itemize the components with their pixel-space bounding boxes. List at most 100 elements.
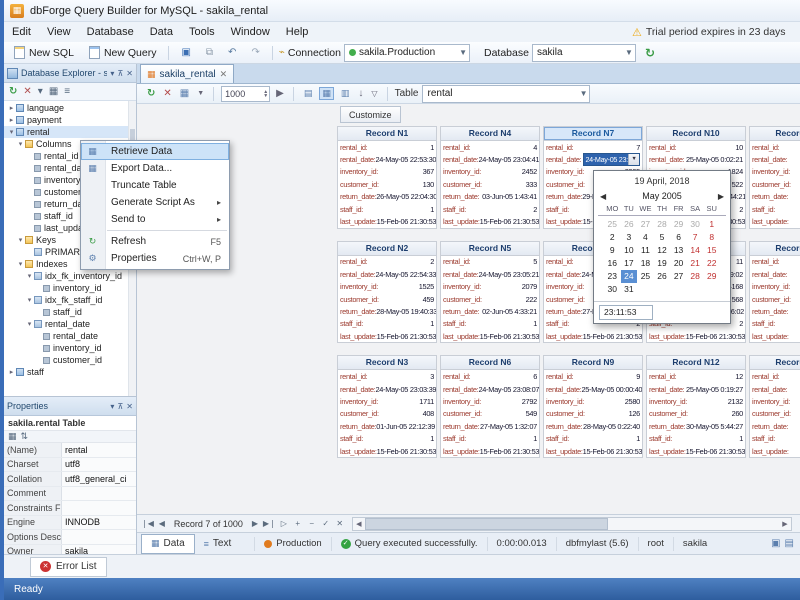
scroll-right-icon[interactable]: ▶ bbox=[779, 520, 791, 528]
record-field-row[interactable]: inventory_id: bbox=[750, 166, 800, 178]
spinner-arrows-icon[interactable]: ▲▼ bbox=[263, 90, 269, 98]
record-field-row[interactable]: staff_id:1 bbox=[544, 432, 642, 444]
record-field-row[interactable]: staff_id:2 bbox=[441, 203, 539, 215]
record-field-row[interactable]: rental_date:24-May-05 22:54:33 bbox=[338, 268, 436, 280]
calendar-day[interactable]: 25 bbox=[637, 270, 654, 283]
calendar-day[interactable]: 13 bbox=[670, 244, 687, 257]
record-field-row[interactable]: rental_date: bbox=[750, 383, 800, 395]
next-record-button[interactable]: ▶ bbox=[249, 517, 261, 530]
record-card[interactable]: Record N2rental_id:2rental_date:24-May-0… bbox=[337, 241, 437, 344]
record-field-row[interactable]: inventory_id:2580 bbox=[544, 395, 642, 407]
record-field-row[interactable]: customer_id:260 bbox=[647, 408, 745, 420]
property-row[interactable]: Charsetutf8 bbox=[4, 458, 136, 473]
record-field-row[interactable]: rental_date: bbox=[750, 268, 800, 280]
delete-record-button[interactable]: − bbox=[306, 517, 318, 530]
record-field-row[interactable]: return_date:30-May-05 5:44:27 bbox=[647, 420, 745, 432]
property-row[interactable]: (Name)rental bbox=[4, 443, 136, 458]
menu-edit[interactable]: Edit bbox=[4, 24, 39, 40]
record-field-row[interactable]: last_update:15-Feb-06 21:30:53 bbox=[647, 445, 745, 457]
record-field-row[interactable]: last_update:15-Feb-06 21:30:53 bbox=[441, 215, 539, 227]
tree-item-staff[interactable]: ▸staff bbox=[4, 366, 136, 378]
record-field-row[interactable]: rental_id:4 bbox=[441, 141, 539, 153]
record-field-row[interactable]: rental_id:9 bbox=[544, 370, 642, 382]
menu-window[interactable]: Window bbox=[223, 24, 278, 40]
calendar-day[interactable]: 3 bbox=[621, 231, 638, 244]
calendar-day[interactable]: 30 bbox=[687, 218, 704, 231]
last-record-button[interactable]: ▶❘ bbox=[263, 517, 276, 530]
tree-item-rental-date[interactable]: ▾rental_date bbox=[4, 318, 136, 330]
calendar-day[interactable]: 16 bbox=[604, 257, 621, 270]
save-button[interactable]: ▣ bbox=[175, 46, 196, 60]
calendar-day[interactable]: 28 bbox=[687, 270, 704, 283]
record-field-row[interactable]: last_update:15-Feb-06 21:30:53 bbox=[338, 330, 436, 342]
menu-tools[interactable]: Tools bbox=[181, 24, 223, 40]
chevron-down-icon[interactable]: ▾ bbox=[110, 402, 114, 411]
record-card[interactable]: Record N13rental_id:rental_date:inventor… bbox=[749, 126, 800, 229]
record-field-row[interactable]: last_update:15-Feb-06 21:30:53 bbox=[647, 330, 745, 342]
calendar-day[interactable]: 7 bbox=[687, 231, 704, 244]
expander-icon[interactable]: ▾ bbox=[16, 236, 25, 244]
copy-button[interactable]: ⧉ bbox=[200, 46, 219, 60]
record-field-row[interactable]: rental_date:25-May-05 0:02:21 bbox=[647, 153, 745, 165]
record-card[interactable]: Record N12rental_id:12rental_date:25-May… bbox=[646, 355, 746, 458]
expander-icon[interactable]: ▾ bbox=[16, 260, 25, 268]
expander-icon[interactable]: ▾ bbox=[7, 128, 16, 136]
calendar-day[interactable]: 26 bbox=[654, 270, 671, 283]
record-field-row[interactable]: return_date:28-May-05 0:22:40 bbox=[544, 420, 642, 432]
context-menu-item-send-to[interactable]: Send to▸ bbox=[81, 211, 229, 228]
calendar-day[interactable]: 24 bbox=[621, 270, 638, 283]
record-field-row[interactable]: return_date:27-May-05 1:32:07 bbox=[441, 420, 539, 432]
menu-database[interactable]: Database bbox=[79, 24, 142, 40]
property-row[interactable]: Collationutf8_general_ci bbox=[4, 472, 136, 487]
record-field-row[interactable]: inventory_id:2079 bbox=[441, 281, 539, 293]
calendar-day[interactable]: 17 bbox=[621, 257, 638, 270]
record-field-row[interactable]: return_date: bbox=[750, 305, 800, 317]
stop-button[interactable]: ✕ bbox=[161, 88, 173, 99]
context-menu-item-truncate-table[interactable]: Truncate Table bbox=[81, 177, 229, 194]
tree-item-inventory-id[interactable]: inventory_id bbox=[4, 342, 136, 354]
record-field-row[interactable]: customer_id:222 bbox=[441, 293, 539, 305]
tree-item-payment[interactable]: ▸payment bbox=[4, 114, 136, 126]
database-combo[interactable]: sakila ▼ bbox=[532, 44, 636, 62]
context-menu-item-refresh[interactable]: ↻RefreshF5 bbox=[81, 233, 229, 250]
first-record-button[interactable]: ❘◀ bbox=[141, 517, 154, 530]
record-field-row[interactable]: rental_date:24-May-05 23:11:53▼ bbox=[544, 153, 642, 165]
tree-item-idx-fk-staff-id[interactable]: ▾idx_fk_staff_id bbox=[4, 294, 136, 306]
record-field-row[interactable]: rental_date:24-May-05 23:08:07 bbox=[441, 383, 539, 395]
calendar-day[interactable]: 4 bbox=[637, 231, 654, 244]
export-grid-button[interactable]: ▦ bbox=[178, 88, 191, 99]
calendar-day[interactable]: 21 bbox=[687, 257, 704, 270]
calendar-day[interactable]: 26 bbox=[621, 218, 638, 231]
stop-button[interactable]: ✕ bbox=[23, 86, 31, 97]
insert-record-button[interactable]: + bbox=[292, 517, 304, 530]
record-field-row[interactable]: customer_id: bbox=[750, 293, 800, 305]
append-record-button[interactable]: ▷ bbox=[278, 517, 290, 530]
property-row[interactable]: EngineINNODB bbox=[4, 516, 136, 531]
calendar-day[interactable]: 19 bbox=[654, 257, 671, 270]
layout-icon[interactable]: ▣ bbox=[771, 538, 780, 549]
record-field-row[interactable]: return_date:28-May-05 19:40:33 bbox=[338, 305, 436, 317]
property-row[interactable]: Constraints Filled bbox=[4, 501, 136, 516]
record-field-row[interactable]: rental_id:6 bbox=[441, 370, 539, 382]
explorer-header[interactable]: Database Explorer - sakila.Production ▾ … bbox=[4, 64, 136, 83]
record-card[interactable]: Record N4rental_id:4rental_date:24-May-0… bbox=[440, 126, 540, 229]
tree-item-rental[interactable]: ▾rental bbox=[4, 126, 136, 138]
close-icon[interactable]: ✕ bbox=[126, 69, 133, 78]
record-card[interactable]: Record N5rental_id:5rental_date:24-May-0… bbox=[440, 241, 540, 344]
calendar-day[interactable]: 11 bbox=[637, 244, 654, 257]
chevron-down-icon[interactable]: ▾ bbox=[110, 69, 114, 78]
calendar-day[interactable]: 29 bbox=[703, 270, 720, 283]
record-field-row[interactable]: return_date:26-May-05 22:04:30 bbox=[338, 191, 436, 203]
tree-item-inventory-id[interactable]: inventory_id bbox=[4, 282, 136, 294]
refresh-databases-button[interactable]: ↻ bbox=[639, 44, 661, 62]
expander-icon[interactable]: ▾ bbox=[25, 296, 34, 304]
record-field-row[interactable]: rental_date: bbox=[750, 153, 800, 165]
record-field-row[interactable]: staff_id:1 bbox=[338, 203, 436, 215]
record-field-row[interactable]: staff_id: bbox=[750, 203, 800, 215]
record-card[interactable]: Record N1rental_id:1rental_date:24-May-0… bbox=[337, 126, 437, 229]
record-field-row[interactable]: last_update: bbox=[750, 330, 800, 342]
calendar-day[interactable]: 2 bbox=[604, 231, 621, 244]
row-limit-stepper[interactable]: 1000 ▲▼ bbox=[221, 86, 270, 102]
calendar-day[interactable]: 12 bbox=[654, 244, 671, 257]
calendar-day[interactable]: 10 bbox=[621, 244, 638, 257]
